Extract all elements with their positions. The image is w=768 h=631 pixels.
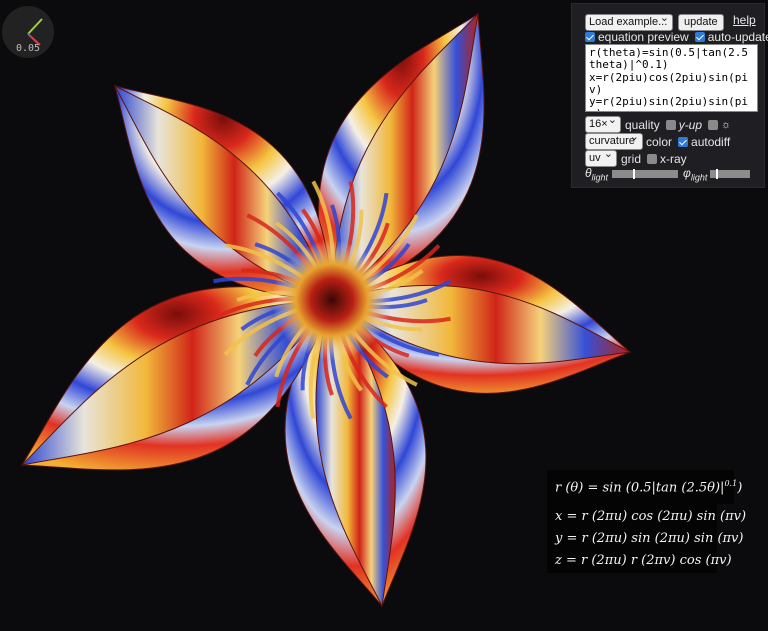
autodiff-label: autodiff: [691, 134, 731, 149]
auto-update-label: auto-update: [707, 30, 768, 44]
phi-light-thumb[interactable]: [716, 169, 719, 180]
update-button[interactable]: update: [678, 14, 724, 31]
light-checkbox[interactable]: [708, 119, 719, 130]
preview-line-x: x = r (2πu) cos (2πu) sin (πv): [555, 509, 747, 524]
equation-preview-label: equation preview: [598, 30, 689, 44]
preview-line-y: y = r (2πu) sin (2πu) sin (πv): [555, 531, 744, 546]
equation-textarea[interactable]: r(theta)=sin(0.5|tan(2.5theta)|^0.1) x=r…: [585, 44, 758, 112]
autodiff-checkbox[interactable]: [678, 136, 689, 147]
y-up-label: y-up: [678, 117, 703, 132]
control-panel: Load example... update help equation pre…: [571, 3, 768, 188]
color-select[interactable]: curvature: [585, 130, 643, 150]
preview-line-r: r (θ) = sin (0.5|tan (2.5θ)|0.1): [555, 479, 743, 496]
theta-light-thumb[interactable]: [633, 169, 636, 180]
grid-label: grid: [621, 151, 642, 166]
quality-select[interactable]: 16×: [585, 113, 621, 133]
surface-center: [272, 240, 392, 360]
theta-light-slider[interactable]: [612, 169, 679, 180]
axes-gizmo[interactable]: 0.05: [2, 6, 54, 58]
grid-select[interactable]: uv: [585, 147, 617, 167]
auto-update-checkbox[interactable]: [694, 32, 705, 42]
preview-line-z: z = r (2πu) r (2πv) cos (πv): [555, 553, 732, 568]
color-label: color: [646, 134, 673, 149]
parametric-surface: [20, 12, 632, 608]
equation-preview: r (θ) = sin (0.5|tan (2.5θ)|0.1) x = r (…: [547, 470, 746, 573]
load-example-select[interactable]: Load example...: [585, 11, 673, 31]
phi-light-slider[interactable]: [710, 169, 751, 180]
equation-preview-checkbox[interactable]: [585, 32, 595, 42]
sun-icon: ☼: [721, 118, 732, 131]
phi-light-label: φlight: [683, 166, 708, 183]
xray-checkbox[interactable]: [647, 153, 658, 164]
help-link[interactable]: help: [733, 13, 756, 27]
y-up-checkbox[interactable]: [665, 119, 676, 130]
axes-scale-value: 0.05: [15, 43, 41, 54]
xray-label: x-ray: [660, 151, 687, 166]
theta-light-label: θlight: [585, 166, 609, 183]
